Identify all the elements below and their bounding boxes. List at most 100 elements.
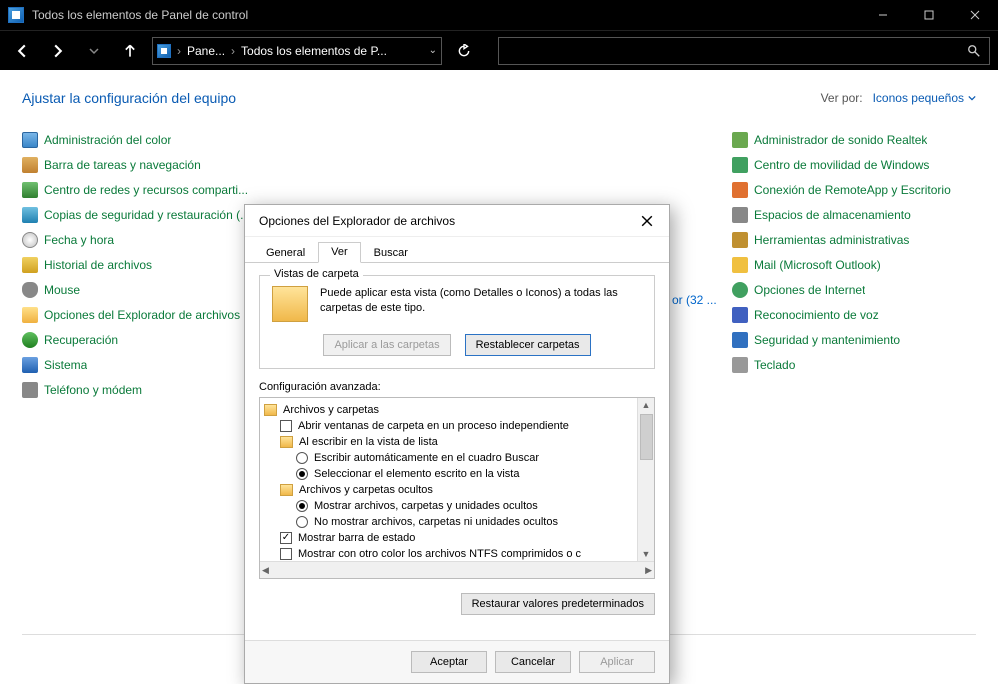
radio-icon[interactable] [296, 452, 308, 464]
cp-item-label: Mouse [44, 283, 80, 297]
folder-views-fieldset: Vistas de carpeta Puede aplicar esta vis… [259, 275, 655, 369]
cp-item-label: Barra de tareas y navegación [44, 158, 201, 172]
recent-dropdown[interactable] [80, 37, 108, 65]
tree-node-checkbox[interactable]: Mostrar barra de estado [262, 530, 634, 546]
cp-item-mobility[interactable]: Centro de movilidad de Windows [732, 157, 972, 173]
reset-folders-button[interactable]: Restablecer carpetas [465, 334, 591, 356]
cp-item-speech[interactable]: Reconocimiento de voz [732, 307, 972, 323]
cp-item-realtek[interactable]: Administrador de sonido Realtek [732, 132, 972, 148]
backup-icon [22, 207, 38, 223]
tree-label: Mostrar barra de estado [298, 532, 415, 544]
viewby-label: Ver por: [821, 91, 863, 105]
tree-label: No mostrar archivos, carpetas ni unidade… [314, 516, 558, 528]
tree-label: Seleccionar el elemento escrito en la vi… [314, 468, 519, 480]
checkbox-icon[interactable] [280, 420, 292, 432]
dialog-close-button[interactable] [635, 209, 659, 233]
tree-node-folder[interactable]: Archivos y carpetas ocultos [262, 482, 634, 498]
checkbox-icon[interactable] [280, 532, 292, 544]
maximize-button[interactable] [906, 0, 952, 30]
explorer-options-dialog: Opciones del Explorador de archivos Gene… [244, 204, 670, 684]
radio-icon[interactable] [296, 516, 308, 528]
apply-button: Aplicar [579, 651, 655, 673]
viewby-value: Iconos pequeños [873, 91, 964, 105]
fieldset-legend: Vistas de carpeta [270, 268, 363, 280]
restore-defaults-button[interactable]: Restaurar valores predeterminados [461, 593, 655, 615]
chevron-down-icon[interactable]: ⌄ [429, 45, 437, 56]
address-bar[interactable]: › Pane... › Todos los elementos de P... … [152, 37, 442, 65]
cp-item-label: Administrador de sonido Realtek [754, 133, 927, 147]
ok-button[interactable]: Aceptar [411, 651, 487, 673]
cp-item-label: Reconocimiento de voz [754, 308, 879, 322]
viewby-dropdown[interactable]: Iconos pequeños [873, 91, 976, 105]
page-title: Ajustar la configuración del equipo [22, 90, 236, 106]
scroll-left-icon[interactable]: ◀ [260, 563, 271, 578]
cp-item-keyboard[interactable]: Teclado [732, 357, 972, 373]
cp-item-mail[interactable]: Mail (Microsoft Outlook) [732, 257, 972, 273]
checkbox-icon[interactable] [280, 548, 292, 560]
window-title: Todos los elementos de Panel de control [32, 8, 248, 22]
tab-general[interactable]: General [253, 243, 318, 263]
back-button[interactable] [8, 37, 36, 65]
tree-node-folder[interactable]: Archivos y carpetas [262, 402, 634, 418]
up-button[interactable] [116, 37, 144, 65]
navigation-bar: › Pane... › Todos los elementos de P... … [0, 30, 998, 70]
tree-label: Mostrar con otro color los archivos NTFS… [298, 548, 581, 560]
tree-node-folder[interactable]: Al escribir en la vista de lista [262, 434, 634, 450]
keyboard-icon [732, 357, 748, 373]
forward-button[interactable] [44, 37, 72, 65]
cp-item-security[interactable]: Seguridad y mantenimiento [732, 332, 972, 348]
tree-node-checkbox[interactable]: Mostrar con otro color los archivos NTFS… [262, 546, 634, 562]
tree-node-radio[interactable]: Mostrar archivos, carpetas y unidades oc… [262, 498, 634, 514]
tab-ver[interactable]: Ver [318, 242, 361, 263]
cp-item-label: Seguridad y mantenimiento [754, 333, 900, 347]
cp-item-label: Centro de movilidad de Windows [754, 158, 929, 172]
dialog-title: Opciones del Explorador de archivos [259, 214, 455, 228]
breadcrumb-seg[interactable]: Todos los elementos de P... [241, 44, 387, 58]
dialog-footer: Aceptar Cancelar Aplicar [245, 640, 669, 683]
cp-item-admintools[interactable]: Herramientas administrativas [732, 232, 972, 248]
tree-node-radio[interactable]: Seleccionar el elemento escrito en la vi… [262, 466, 634, 482]
radio-icon[interactable] [296, 500, 308, 512]
cp-item-label: Fecha y hora [44, 233, 114, 247]
cp-item-color-management[interactable]: Administración del color [22, 132, 372, 148]
advanced-settings-tree[interactable]: Archivos y carpetas Abrir ventanas de ca… [259, 397, 655, 579]
scroll-up-icon[interactable]: ▲ [640, 398, 653, 412]
cp-item-label: Teléfono y módem [44, 383, 142, 397]
cp-item-label: Sistema [44, 358, 87, 372]
breadcrumb-sep-icon: › [177, 44, 181, 58]
tree-node-checkbox[interactable]: Abrir ventanas de carpeta en un proceso … [262, 418, 634, 434]
tree-label: Archivos y carpetas [283, 404, 379, 416]
tree-node-radio[interactable]: Escribir automáticamente en el cuadro Bu… [262, 450, 634, 466]
folder-icon [280, 484, 293, 496]
refresh-button[interactable] [450, 37, 478, 65]
search-icon [967, 44, 981, 58]
cp-item-storage[interactable]: Espacios de almacenamiento [732, 207, 972, 223]
vertical-scrollbar[interactable]: ▲▼ [637, 398, 654, 561]
minimize-button[interactable] [860, 0, 906, 30]
cp-item-taskbar[interactable]: Barra de tareas y navegación [22, 157, 372, 173]
search-input[interactable] [498, 37, 990, 65]
scroll-thumb[interactable] [640, 414, 653, 460]
tree-label: Archivos y carpetas ocultos [299, 484, 433, 496]
scroll-right-icon[interactable]: ▶ [643, 563, 654, 578]
horizontal-scrollbar[interactable]: ◀▶ [260, 561, 654, 578]
cp-item-label: Copias de seguridad y restauración (... [44, 208, 250, 222]
cp-item-label: Conexión de RemoteApp y Escritorio [754, 183, 951, 197]
control-panel-icon [8, 7, 24, 23]
cp-item-label: Teclado [754, 358, 795, 372]
cp-item-internet[interactable]: Opciones de Internet [732, 282, 972, 298]
cp-item-remoteapp[interactable]: Conexión de RemoteApp y Escritorio [732, 182, 972, 198]
cancel-button[interactable]: Cancelar [495, 651, 571, 673]
breadcrumb-sep-icon: › [231, 44, 235, 58]
tree-node-radio[interactable]: No mostrar archivos, carpetas ni unidade… [262, 514, 634, 530]
cp-item-network[interactable]: Centro de redes y recursos comparti... [22, 182, 372, 198]
close-button[interactable] [952, 0, 998, 30]
scroll-down-icon[interactable]: ▼ [640, 547, 653, 561]
microphone-icon [732, 307, 748, 323]
breadcrumb-seg[interactable]: Pane... [187, 44, 225, 58]
cp-item-truncated[interactable]: or (32 ... [672, 293, 717, 307]
tab-buscar[interactable]: Buscar [361, 243, 421, 263]
system-icon [22, 357, 38, 373]
mobility-icon [732, 157, 748, 173]
radio-icon[interactable] [296, 468, 308, 480]
